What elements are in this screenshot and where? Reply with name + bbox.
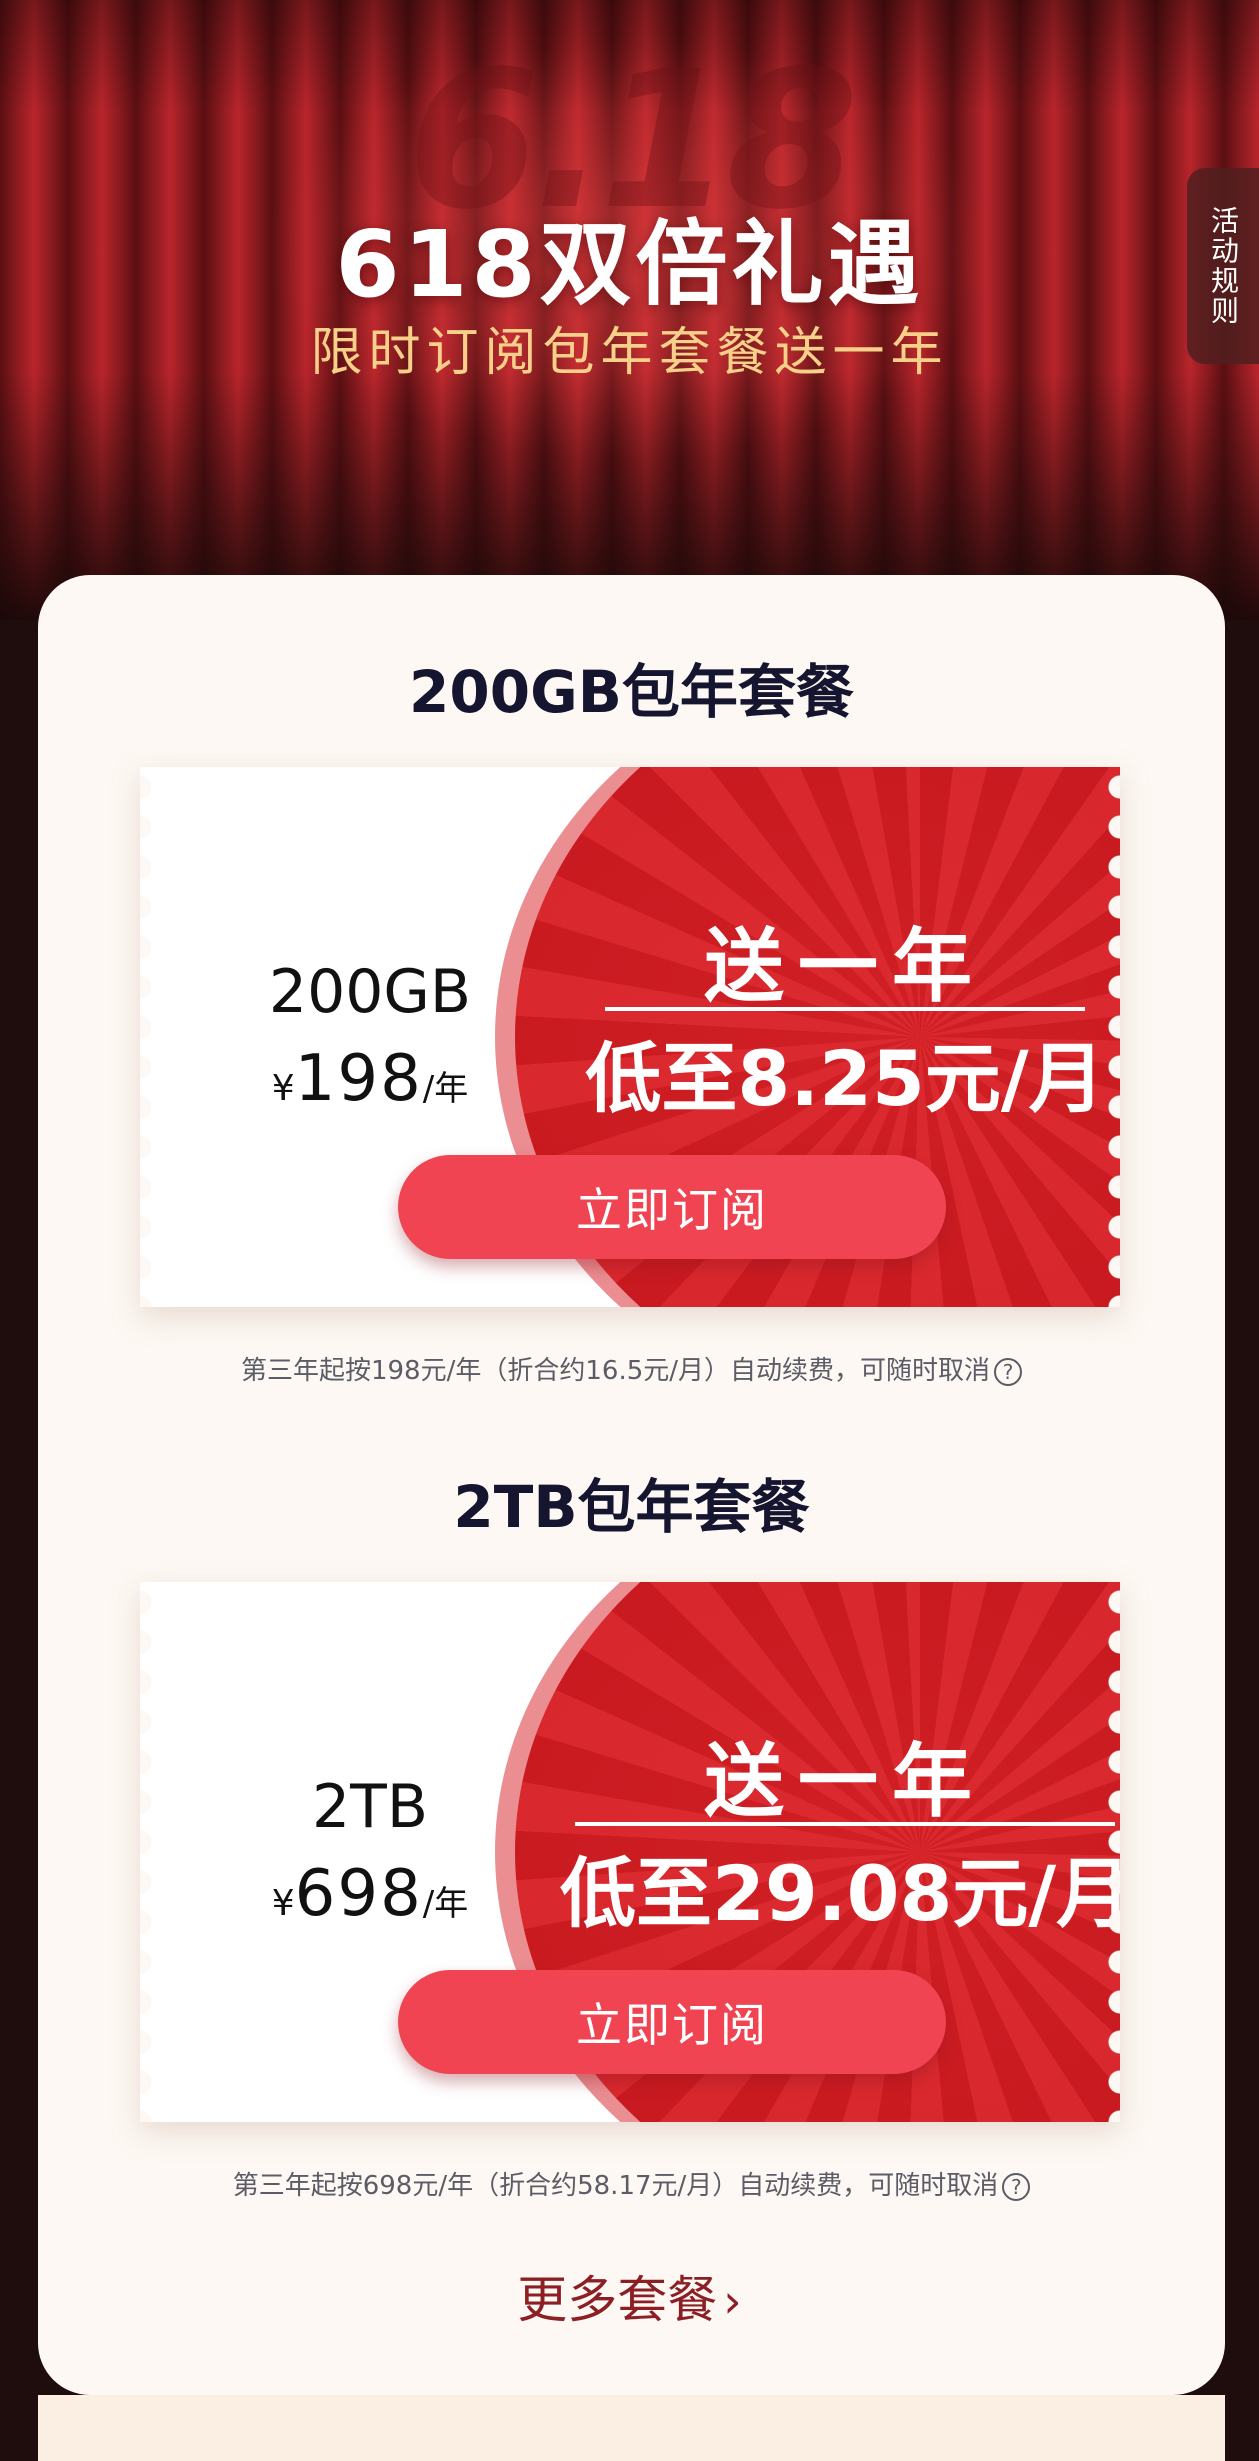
hero-banner: 6.18 618双倍礼遇 限时订阅包年套餐送一年 (0, 0, 1259, 620)
promo-gift-text: 送一年 (704, 1735, 986, 1828)
more-plans-label: 更多套餐 (517, 2271, 718, 2329)
coupon-edge (140, 767, 152, 1307)
plans-card: 200GB包年套餐 送一年 低至8.25元/月 200GB ¥198/年 立即订… (38, 575, 1225, 2395)
plan-200gb-coupon: 送一年 低至8.25元/月 200GB ¥198/年 立即订阅 (140, 767, 1120, 1307)
chevron-right-icon: › (723, 2274, 742, 2328)
renewal-note: 第三年起按698元/年（折合约58.17元/月）自动续费，可随时取消 (232, 2171, 999, 2201)
currency-symbol: ¥ (271, 1883, 295, 1924)
plan-2tb-coupon: 送一年 低至29.08元/月 2TB ¥698/年 立即订阅 (140, 1582, 1120, 2122)
promo-divider (605, 1007, 1085, 1011)
plan-size: 200GB (268, 957, 472, 1027)
plan-200gb-footnote: 第三年起按198元/年（折合约16.5元/月）自动续费，可随时取消? (38, 1350, 1225, 1387)
plan-size: 2TB (312, 1772, 428, 1842)
promo-monthly-price: 低至29.08元/月 (560, 1849, 1120, 1938)
subscribe-button-200gb[interactable]: 立即订阅 (398, 1155, 946, 1259)
price-unit: /年 (422, 1069, 469, 1109)
help-circle-icon[interactable]: ? (1002, 2172, 1031, 2201)
currency-symbol: ¥ (271, 1068, 295, 1109)
more-plans-link[interactable]: 更多套餐 › (0, 2260, 1259, 2332)
renewal-note: 第三年起按198元/年（折合约16.5元/月）自动续费，可随时取消 (240, 1356, 991, 1386)
subscribe-button-2tb[interactable]: 立即订阅 (398, 1970, 946, 2074)
plan-2tb-title: 2TB包年套餐 (453, 1473, 810, 1541)
price-unit: /年 (422, 1884, 469, 1924)
plan-2tb-footnote: 第三年起按698元/年（折合约58.17元/月）自动续费，可随时取消? (38, 2165, 1225, 2202)
price-amount: 698 (294, 1857, 423, 1931)
plan-price: ¥698/年 (220, 1857, 520, 1931)
coupon-edge (1108, 767, 1120, 1307)
price-amount: 198 (294, 1042, 423, 1116)
page-title: 618双倍礼遇 (335, 211, 924, 318)
promo-divider (575, 1822, 1115, 1826)
coupon-edge (140, 1582, 152, 2122)
promo-gift-text: 送一年 (704, 920, 986, 1013)
plan-price: ¥198/年 (220, 1042, 520, 1116)
activity-rules-button[interactable]: 活动规则 (1187, 168, 1259, 364)
promo-monthly-price: 低至8.25元/月 (585, 1034, 1105, 1123)
coupon-edge (1108, 1582, 1120, 2122)
page-subtitle: 限时订阅包年套餐送一年 (310, 323, 949, 383)
plan-200gb-title: 200GB包年套餐 (409, 658, 854, 726)
help-circle-icon[interactable]: ? (994, 1357, 1023, 1386)
bottom-strip (38, 2395, 1225, 2461)
